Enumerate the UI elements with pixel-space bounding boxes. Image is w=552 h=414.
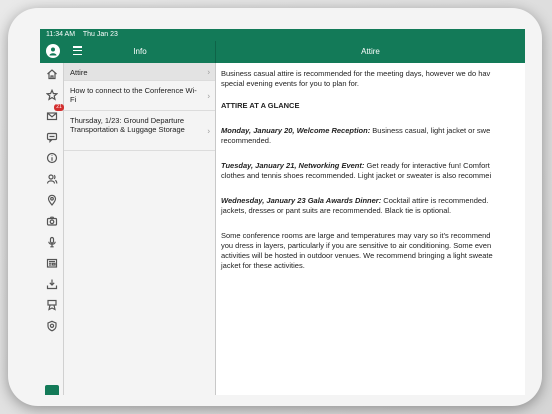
mail-icon[interactable]: 21: [44, 104, 64, 124]
tuesday-text-cont: clothes and tennis shoes recommended. Li…: [221, 171, 492, 180]
list-item-label: Attire: [70, 67, 88, 77]
wednesday-text-cont: jackets, dresses or pant suits are recom…: [221, 206, 452, 215]
map-pin-icon[interactable]: [44, 192, 60, 208]
paragraph-tuesday: Tuesday, January 21, Networking Event: G…: [221, 161, 525, 181]
tablet-frame: 11:34 AM Thu Jan 23 Info Attire 21 Attir…: [8, 8, 542, 406]
temperature-text: you dress in layers, particularly if you…: [221, 241, 492, 250]
list-item-attire[interactable]: Attire ›: [64, 63, 215, 81]
wednesday-text: Cocktail attire is recommended.: [381, 196, 489, 205]
microphone-icon[interactable]: [44, 234, 60, 250]
intro-line: special evening events for you to plan f…: [221, 79, 360, 88]
temperature-text: jacket for these activities.: [221, 261, 305, 270]
temperature-text: activities will be hosted in outdoor ven…: [221, 251, 493, 260]
newspaper-icon[interactable]: [44, 255, 60, 271]
paragraph-monday: Monday, January 20, Welcome Reception: B…: [221, 126, 525, 146]
people-icon[interactable]: [44, 171, 60, 187]
list-item-label: How to connect to the Conference Wi-Fi: [70, 86, 197, 104]
paragraph-temperature: Some conference rooms are large and temp…: [221, 231, 525, 271]
intro-line: Business casual attire is recommended fo…: [221, 69, 491, 78]
home-icon[interactable]: [44, 66, 60, 82]
tuesday-text: Get ready for interactive fun! Comfort: [364, 161, 490, 170]
tuesday-title: Tuesday, January 21, Networking Event:: [221, 161, 365, 170]
info-title: Info: [133, 47, 147, 56]
paragraph-wednesday: Wednesday, January 23 Gala Awards Dinner…: [221, 196, 525, 216]
attire-title: Attire: [361, 47, 380, 56]
download-icon[interactable]: [44, 276, 60, 292]
menu-icon[interactable]: [73, 46, 82, 55]
list-item-wifi[interactable]: How to connect to the Conference Wi-Fi ›: [64, 81, 215, 111]
status-time: 11:34 AM: [46, 31, 76, 38]
temperature-text: Some conference rooms are large and temp…: [221, 231, 491, 240]
chevron-right-icon: ›: [207, 126, 210, 135]
info-icon[interactable]: [44, 150, 60, 166]
app-screen: 11:34 AM Thu Jan 23 Info Attire 21 Attir…: [40, 29, 525, 395]
status-bar: 11:34 AM Thu Jan 23: [40, 29, 525, 41]
badge-icon[interactable]: [44, 318, 60, 334]
profile-icon[interactable]: [46, 44, 60, 58]
section-heading: ATTIRE AT A GLANCE: [221, 101, 300, 110]
award-icon[interactable]: [44, 297, 60, 313]
chat-icon[interactable]: [44, 129, 60, 145]
chevron-right-icon: ›: [207, 91, 210, 100]
list-item-label: Thursday, 1/23: Ground Departure Transpo…: [70, 116, 185, 134]
wednesday-title: Wednesday, January 23 Gala Awards Dinner…: [221, 196, 382, 205]
star-icon[interactable]: [44, 87, 60, 103]
nav-bar: Info Attire: [40, 41, 525, 63]
nav-left-pane: Info: [40, 41, 216, 63]
monday-text-cont: recommended.: [221, 136, 272, 145]
monday-text: Business casual, light jacket or swe: [370, 126, 491, 135]
monday-title: Monday, January 20, Welcome Reception:: [221, 126, 371, 135]
list-item-transportation[interactable]: Thursday, 1/23: Ground Departure Transpo…: [64, 111, 215, 151]
status-date: Thu Jan 23: [82, 31, 118, 38]
mail-badge: 21: [54, 104, 64, 111]
camera-icon[interactable]: [44, 213, 60, 229]
chevron-right-icon: ›: [207, 67, 210, 76]
rail-bottom-tab[interactable]: [45, 385, 59, 395]
info-list: Attire › How to connect to the Conferenc…: [64, 63, 216, 395]
icon-rail: 21: [40, 63, 64, 395]
attire-content: Business casual attire is recommended fo…: [216, 63, 525, 395]
